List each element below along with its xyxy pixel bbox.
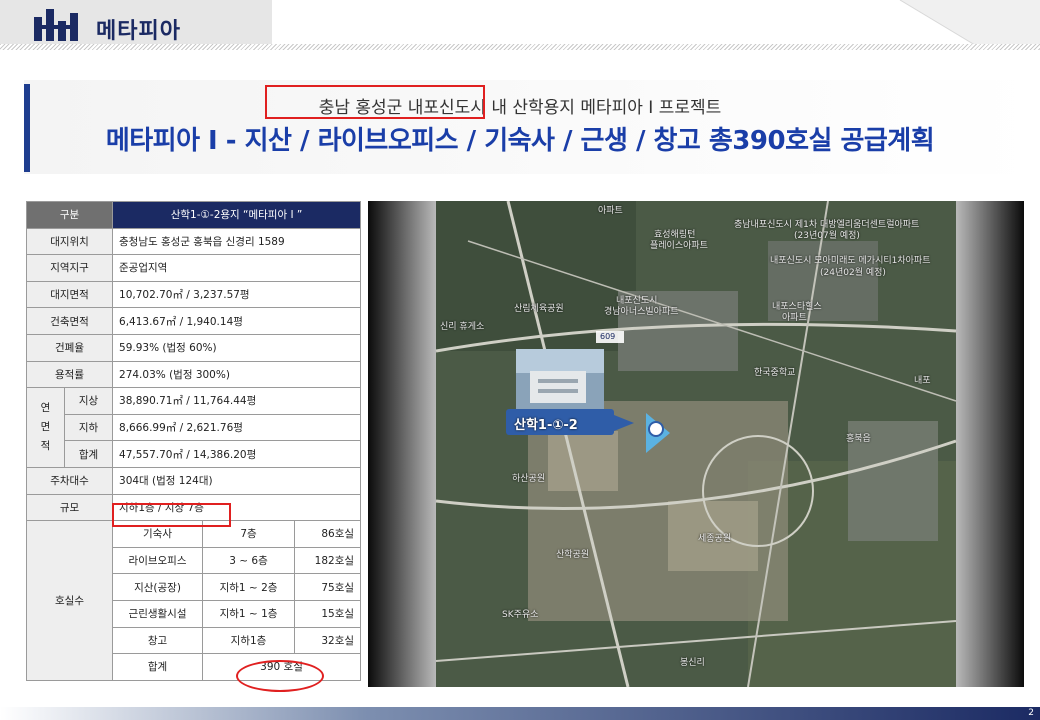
scale-highlight-box (112, 503, 231, 527)
floor-area-label-char: 적 (40, 440, 51, 453)
aerial-map-image (368, 201, 1024, 687)
logo-area: 메타피아 (0, 0, 272, 48)
page-subtitle: 충남 홍성군 내포신도시 내 산학용지 메타피아 I 프로젝트 (318, 98, 722, 118)
total-label: 합계 (112, 653, 204, 681)
row-label: 지역지구 (25, 254, 114, 282)
row-label: 지상 (63, 387, 114, 415)
map-label: 세종공원 (698, 534, 732, 544)
project-spec-table: 구분 산학1-①-2용지 “메타피아 I ” 대지위치 충청남도 홍성군 홍북읍… (25, 201, 362, 681)
unit-floors: 3 ~ 6층 (202, 546, 296, 575)
logo-mark-icon (34, 9, 78, 41)
table-row: 지역지구 준공업지역 (25, 254, 362, 282)
map-label: 산학공원 (556, 550, 590, 560)
table-row: 대지면적 10,702.70㎡ / 3,237.57평 (25, 280, 362, 309)
unit-floors: 지하1 ~ 1층 (202, 599, 296, 628)
table-header-site: 산학1-①-2용지 “메타피아 I ” (112, 201, 362, 229)
unit-type: 창고 (112, 626, 204, 655)
page-number: 2 (1028, 708, 1034, 718)
subtitle-highlight-box (265, 85, 485, 119)
map-label: 봉신리 (680, 658, 705, 668)
unit-floors: 지하1 ~ 2층 (202, 573, 296, 601)
row-label: 대지면적 (25, 280, 114, 309)
map-label: 내포 (914, 376, 931, 386)
map-label: 한국중학교 (754, 368, 796, 378)
page-title: 메타피아 I - 지산 / 라이브오피스 / 기숙사 / 근생 / 창고 총39… (105, 126, 935, 156)
row-value: 10,702.70㎡ / 3,237.57평 (112, 280, 362, 309)
footer-bar: 2 (0, 707, 1040, 720)
map-label: 아파트 (598, 206, 623, 216)
road-number: 609 (600, 332, 616, 341)
table-row: 건축면적 6,413.67㎡ / 1,940.14평 (25, 307, 362, 335)
map-label: 경남아너스빌아파트 (604, 307, 679, 317)
table-row: 연 면 적 지상 38,890.71㎡ / 11,764.44평 (26, 387, 362, 468)
unit-count: 32호실 (294, 626, 362, 655)
aerial-map: 산학1-①-2 609 아파트 충남내포신도시 제1차 대방엘리움더센트럴아파트… (368, 201, 1024, 687)
map-label: 하산공원 (512, 474, 546, 484)
unit-type: 라이브오피스 (112, 546, 204, 575)
row-label: 지하 (63, 413, 114, 442)
row-value: 47,557.70㎡ / 14,386.20평 (112, 440, 362, 468)
floor-area-label: 연 면 적 (26, 387, 65, 468)
table-row: 건폐율 59.93% (법정 60%) (25, 333, 362, 362)
row-label: 용적률 (25, 360, 114, 389)
map-label: 신리 휴게소 (440, 322, 485, 332)
total-highlight-ellipse (236, 660, 324, 692)
map-label: 산림체육공원 (514, 304, 564, 314)
table-row: 대지위치 충청남도 홍성군 홍북읍 신경리 1589 (25, 227, 362, 256)
unit-count: 75호실 (294, 573, 362, 601)
unit-type: 지산(공장) (112, 573, 204, 601)
table-header-label: 구분 (25, 201, 114, 229)
table-row: 용적률 274.03% (법정 300%) (25, 360, 362, 389)
unit-count: 182호실 (294, 546, 362, 575)
row-label: 주차대수 (25, 466, 114, 495)
floor-area-label-char: 면 (40, 421, 51, 434)
row-label: 건축면적 (25, 307, 114, 335)
row-value: 8,666.99㎡ / 2,621.76평 (112, 413, 362, 442)
header-corner-decoration (899, 0, 1040, 48)
row-label: 규모 (25, 493, 114, 522)
row-label: 건폐율 (25, 333, 114, 362)
map-label: SK주유소 (502, 610, 539, 620)
table-header-row: 구분 산학1-①-2용지 “메타피아 I ” (25, 201, 362, 229)
units-label: 호실수 (25, 520, 114, 681)
unit-floors: 지하1층 (202, 626, 296, 655)
row-label: 합계 (63, 440, 114, 468)
row-label: 대지위치 (25, 227, 114, 256)
unit-count: 86호실 (294, 520, 362, 548)
map-label: 홍북읍 (846, 434, 871, 444)
row-value: 59.93% (법정 60%) (112, 333, 362, 362)
row-value: 38,890.71㎡ / 11,764.44평 (112, 387, 362, 415)
table-row: 합계 47,557.70㎡ / 14,386.20평 (27, 440, 362, 468)
site-label: 산학1-①-2 (514, 418, 578, 433)
logo-text: 메타피아 (96, 19, 181, 44)
unit-type: 근린생활시설 (112, 599, 204, 628)
row-value: 준공업지역 (112, 254, 362, 282)
row-value: 6,413.67㎡ / 1,940.14평 (112, 307, 362, 335)
unit-count: 15호실 (294, 599, 362, 628)
row-value: 충청남도 홍성군 홍북읍 신경리 1589 (112, 227, 362, 256)
map-label: (24년02월 예정) (820, 268, 886, 278)
map-label: 플레이스아파트 (650, 241, 708, 251)
table-row: 지하 8,666.99㎡ / 2,621.76평 (27, 413, 362, 442)
row-value: 304대 (법정 124대) (112, 466, 362, 495)
row-value: 274.03% (법정 300%) (112, 360, 362, 389)
floor-area-label-char: 연 (40, 402, 51, 415)
header-hatch-divider (0, 44, 1040, 50)
table-row: 주차대수 304대 (법정 124대) (25, 466, 362, 495)
map-label: (23년07월 예정) (794, 231, 860, 241)
map-label: 아파트 (782, 313, 807, 323)
